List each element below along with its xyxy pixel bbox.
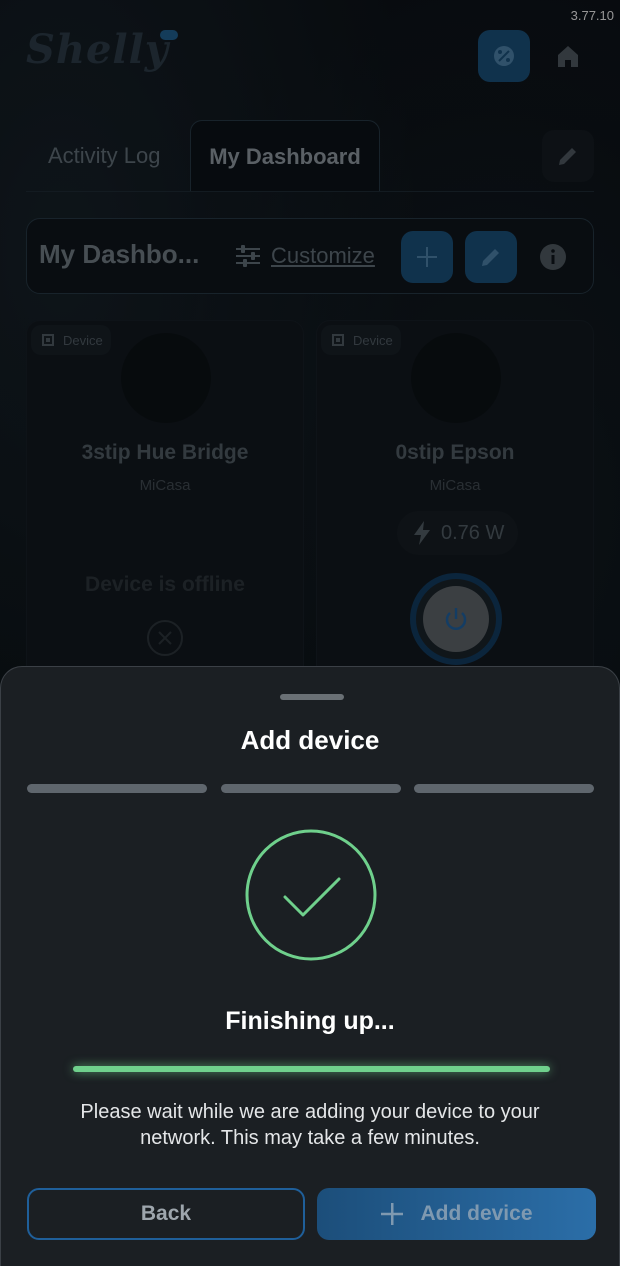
add-device-label: Add device <box>420 1202 533 1225</box>
status-description: Please wait while we are adding your dev… <box>80 1101 540 1149</box>
add-device-button[interactable]: Add device <box>317 1188 596 1240</box>
step-indicator <box>27 784 207 793</box>
progress-bar <box>73 1066 550 1072</box>
sheet-title: Add device <box>240 725 380 755</box>
success-check-icon <box>245 829 377 961</box>
add-device-sheet: Add device Finishing up... Please wait w… <box>0 666 620 1266</box>
step-indicator <box>221 784 401 793</box>
back-button[interactable]: Back <box>27 1188 305 1240</box>
plus-icon <box>381 1203 404 1225</box>
status-text: Finishing up... <box>225 1007 395 1035</box>
step-indicator <box>414 784 594 793</box>
sheet-drag-handle[interactable] <box>280 694 344 700</box>
